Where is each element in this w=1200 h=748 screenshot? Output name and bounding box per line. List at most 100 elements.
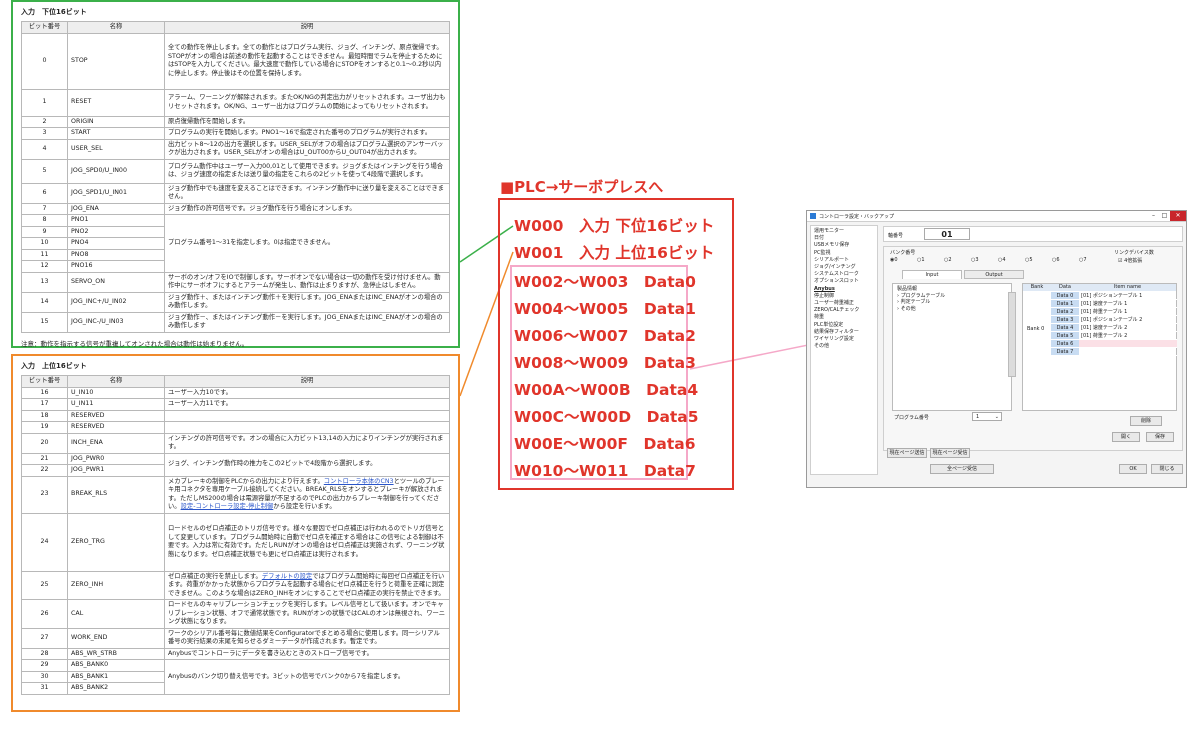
inner-tree-label: 製品情報 [897,286,918,292]
table-row: 20 INCH_ENA インチングの許可信号です。オンの場合に入力ビット13,14の… [21,432,450,454]
bank-radio[interactable]: ◉0 [890,257,917,263]
page-receive-button[interactable]: 現在ページ受信 [930,448,970,458]
bank-radio[interactable]: ○3 [971,257,998,263]
tree-item-16[interactable]: その他 [814,343,874,350]
chevron-down-icon: ⌄ [994,414,999,420]
signal-name-cell: PNO16 [67,260,165,273]
delete-button[interactable]: 削除 [1130,416,1162,426]
close-button[interactable]: 閉じる [1151,464,1183,474]
signal-name-cell: WORK_END [67,627,165,649]
table-row: 17 U_IN11 ユーザー入力11です。 [21,398,450,411]
tree-item-2[interactable]: USBメモリ保存 [814,242,874,249]
tree-item-4[interactable]: シリアルポート [814,257,874,264]
tree-item-5[interactable]: ジョグ/インチング [814,264,874,271]
description-cell: アラーム、ワーニングが解除されます。またOK/NGの判定出力がリセットされます。… [164,88,450,117]
bit-number-cell: 17 [21,398,68,411]
col-name: 名称 [67,21,165,34]
grid-item-cell [1079,340,1177,347]
program-label: プログラム番号 [894,415,929,421]
doc-link[interactable]: 設定-コントローラ設定-停止制御 [181,503,274,510]
signal-name-cell: JOG_SPD1/U_IN01 [67,182,165,204]
id-value: 01 [924,228,970,240]
grid-row[interactable]: Data 0 [01] ポジションテーブル 1 [1051,292,1177,300]
grid-row[interactable]: Data 6 [1051,340,1177,348]
bank-radio-label: 4 [1002,257,1006,263]
signal-name-cell: SERVO_ON [67,271,165,293]
col-desc: 説明 [164,375,450,388]
grid-item-cell: [01] 荷重テーブル 1 [1081,309,1128,315]
table-row: 29 ABS_BANK0 Anybusのバンク切り替え信号です。3ビットの信号でバン… [21,659,450,695]
tree-item-8[interactable]: Anybus [814,286,874,293]
col-bit: ビット番号 [21,21,68,34]
save-button[interactable]: 保存 [1146,432,1174,442]
item-tree: 製品情報 › プログラムテーブル › 判定テーブル › その他 [892,283,1012,411]
transfer-splitter[interactable] [1008,292,1016,377]
tree-item-3[interactable]: PC監視 [814,250,874,257]
signal-name-cell: BREAK_RLS [67,475,165,514]
bank-radio[interactable]: ○2 [944,257,971,263]
description-cell: ジョグ動作中でも速度を変えることはできます。インチング動作中に送り量を変えること… [164,182,450,204]
tree-item-13[interactable]: PLC単位設定 [814,322,874,329]
bank-radio[interactable]: ○7 [1079,257,1106,263]
open-button[interactable]: 開く [1112,432,1140,442]
page-send-button[interactable]: 現在ページ送信 [887,448,927,458]
program-select[interactable]: 1 ⌄ [972,412,1002,421]
tab-output[interactable]: Output [964,270,1024,279]
grid-row[interactable]: Data 3 [01] ポジションテーブル 2 [1051,316,1177,324]
description-cell: 出力ビット8～12の出力を選択します。USER_SELがオフの場合はプログラム選… [164,138,450,160]
tab-input[interactable]: Input [902,270,962,279]
tree-item-12[interactable]: 荷重 [814,314,874,321]
description-cell: サーボのオン/オフをIOで制御します。サーボオンでない場合は一切の動作を受け付け… [164,271,450,293]
bit-number-cell: 2 [21,115,68,128]
bit-number-cell: 10 [21,237,68,250]
plc-row: W004～W005 Data1 [514,300,696,318]
plc-row: W00C～W00D Data5 [514,408,699,426]
grid-item-cell: [01] 荷重テーブル 2 [1081,333,1128,339]
grid-data-cell: Data 3 [1051,316,1079,323]
bank-radio[interactable]: ○1 [917,257,944,263]
table-row: 14 JOG_INC+/U_IN02 ジョグ動作＋、またはインチング動作＋を実行しま… [21,291,450,313]
description-cell: Anybusでコントローラにデータを書き込むときのストローブ信号です。 [164,647,450,660]
bank-radio-label: 7 [1083,257,1087,263]
bank-radio-label: 3 [975,257,979,263]
tree-item-10[interactable]: ユーザー荷重補正 [814,300,874,307]
bank-radio-label: 1 [921,257,925,263]
bit-number-cell: 21 [21,452,68,465]
link-checkbox[interactable]: ☑ 4倍拡張 [1118,257,1142,264]
grid-row[interactable]: Data 1 [01] 速度テーブル 1 [1051,300,1177,308]
tree-item-9[interactable]: 停止制御 [814,293,874,300]
grid-col-bank: Bank [1030,284,1044,290]
tree-item-7[interactable]: オプションスロット [814,278,874,285]
maximize-icon[interactable]: □ [1159,211,1170,221]
table-row: 2 ORIGIN 原点復帰動作を開始します。 [21,115,450,128]
table-row: 6 JOG_SPD1/U_IN01 ジョグ動作中でも速度を変えることはできます。イン… [21,182,450,204]
bit-number-cell: 19 [21,421,68,434]
plc-row: W008～W009 Data3 [514,354,696,372]
description-cell: ユーザー入力10です。 [164,386,450,399]
bit-number-cell: 8 [21,214,68,227]
tree-item-14[interactable]: 結果保存フィルター [814,329,874,336]
tree-item-6[interactable]: システムストローク [814,271,874,278]
grid-row[interactable]: Data 7 [1051,348,1177,356]
plc-row: W010～W011 Data7 [514,462,696,480]
minimize-icon[interactable]: – [1148,211,1159,221]
grid-row[interactable]: Data 2 [01] 荷重テーブル 1 [1051,308,1177,316]
signal-name-cell: STOP [67,32,165,90]
signal-name-cell: USER_SEL [67,138,165,160]
bank-radio[interactable]: ○6 [1052,257,1079,263]
bank-radio[interactable]: ○4 [998,257,1025,263]
doc-link[interactable]: デフォルトの設定 [262,573,312,580]
doc-link[interactable]: コントローラ本体のCN3 [324,478,394,485]
ok-button[interactable]: OK [1119,464,1147,474]
plc-title: ■PLC→サーボプレスへ [500,178,664,196]
grid-row[interactable]: Data 5 [01] 荷重テーブル 2 [1051,332,1177,340]
signal-name-cell: JOG_INC+/U_IN02 [67,291,165,313]
bit-number-cell: 7 [21,202,68,215]
inner-tree-item[interactable]: › その他 [897,306,1007,313]
all-receive-button[interactable]: 全ページ受信 [930,464,994,474]
description-cell: ロードセルのゼロ点補正のトリガ信号です。様々な要因でゼロ点補正は行われるのでトリ… [164,512,450,572]
grid-row[interactable]: Data 4 [01] 速度テーブル 2 [1051,324,1177,332]
close-icon[interactable]: ✕ [1170,211,1186,221]
bit-number-cell: 0 [21,32,68,90]
bank-radio[interactable]: ○5 [1025,257,1052,263]
